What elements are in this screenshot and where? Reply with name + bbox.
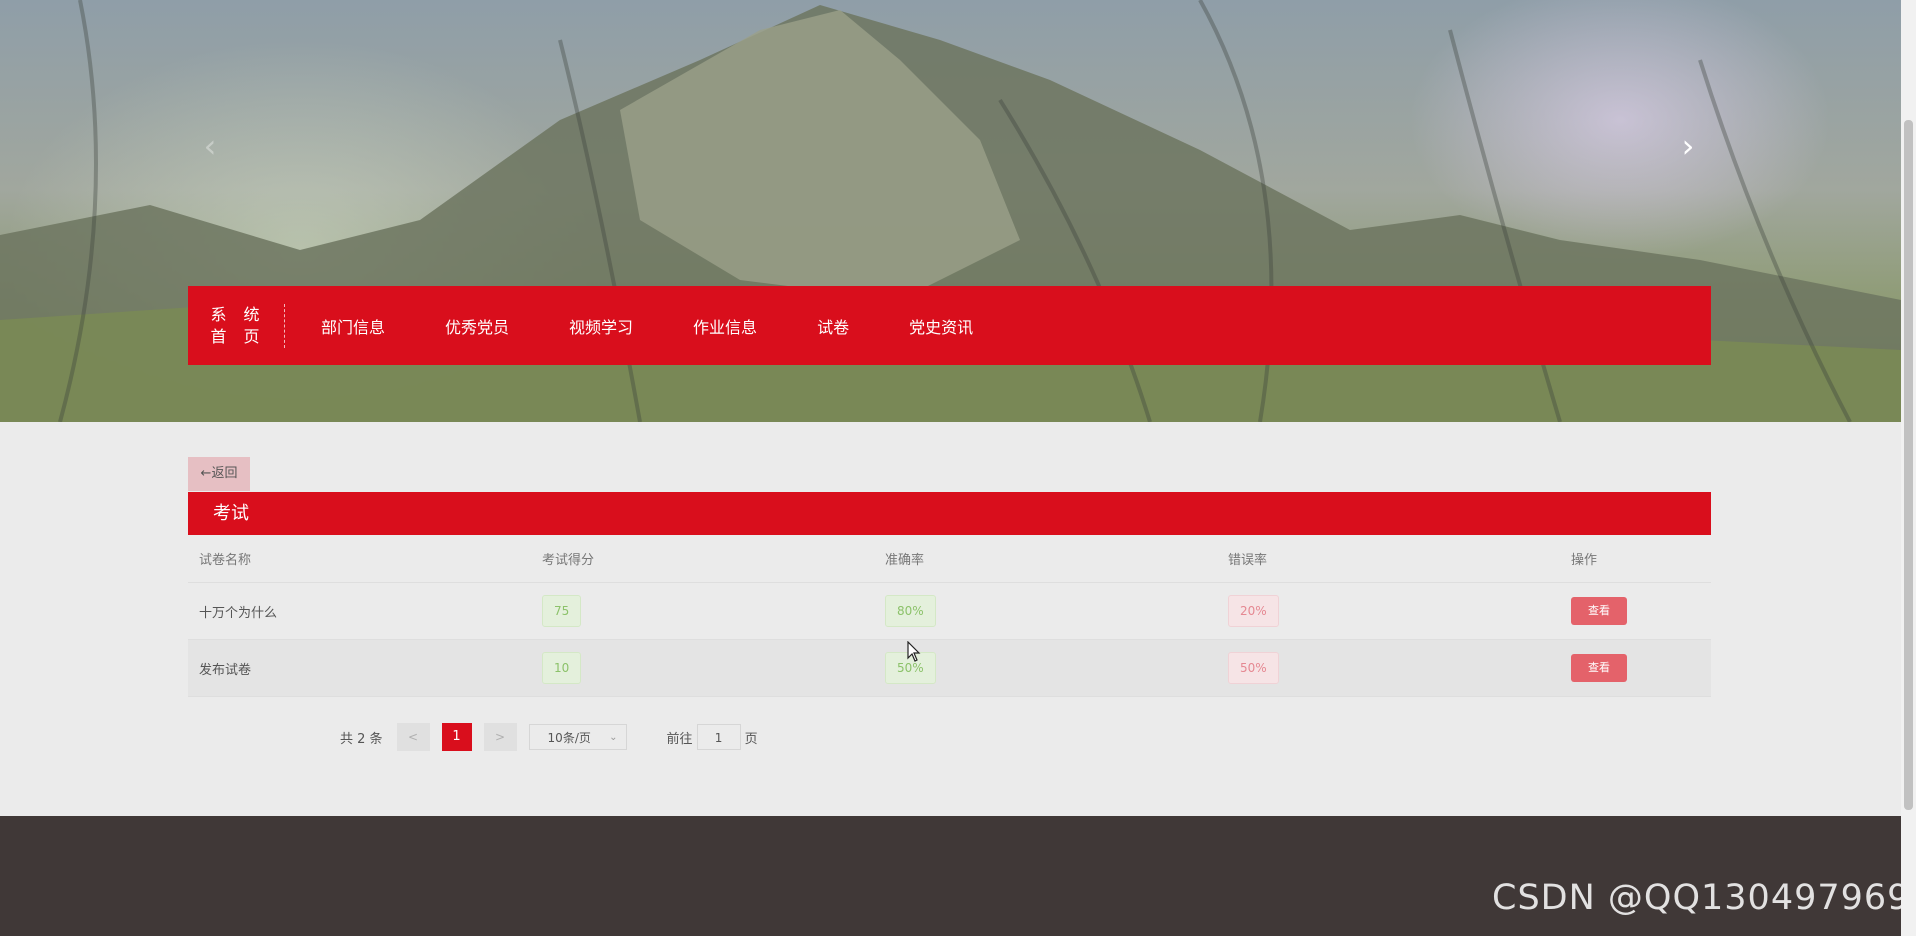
header-accuracy: 准确率 <box>885 553 925 568</box>
chevron-right-icon: › <box>1681 127 1695 165</box>
chevron-down-icon: ⌄ <box>609 732 618 743</box>
table-row: 发布试卷 10 50% 50% 查看 <box>188 640 1711 697</box>
exam-table: 试卷名称 考试得分 准确率 错误率 操作 十万个为什么 75 80% 20% 查… <box>188 535 1711 697</box>
nav-home-line1: 系 统 <box>210 304 266 324</box>
table-header: 试卷名称 考试得分 准确率 错误率 操作 <box>188 535 1711 583</box>
mouse-pointer-icon <box>907 641 921 662</box>
cell-paper-name: 发布试卷 <box>199 662 252 678</box>
nav-item-departments[interactable]: 部门信息 <box>321 314 385 338</box>
section-header: 考试 <box>188 492 1711 535</box>
pagination-page-1[interactable]: 1 <box>441 723 472 751</box>
nav-home-link[interactable]: 系 统 首 页 <box>188 303 285 348</box>
scrollbar-thumb[interactable] <box>1904 120 1913 810</box>
csdn-watermark: CSDN @QQ1304979694 <box>1492 878 1916 918</box>
accuracy-tag: 80% <box>885 595 936 627</box>
error-rate-tag: 50% <box>1228 652 1279 684</box>
view-button[interactable]: 查看 <box>1571 597 1627 625</box>
nav-item-members[interactable]: 优秀党员 <box>445 314 509 338</box>
cell-paper-name: 十万个为什么 <box>199 605 278 621</box>
nav-home-line2: 首 页 <box>210 326 266 346</box>
vertical-scrollbar[interactable] <box>1901 0 1916 936</box>
page-footer <box>0 816 1901 936</box>
pagination-prev-button[interactable]: < <box>396 723 430 751</box>
nav-item-history-news[interactable]: 党史资讯 <box>909 314 973 338</box>
goto-label: 前往 <box>666 731 693 747</box>
carousel-prev-button[interactable]: ‹ <box>192 128 228 164</box>
nav-item-homework[interactable]: 作业信息 <box>693 314 757 338</box>
pagination: 共 2 条 < 1 > 10条/页 ⌄ 前往 1 页 <box>340 723 758 751</box>
page-size-select[interactable]: 10条/页 ⌄ <box>528 724 627 750</box>
score-tag: 10 <box>542 652 582 684</box>
page-suffix: 页 <box>744 731 758 747</box>
header-action: 操作 <box>1571 553 1598 568</box>
goto-page-input[interactable]: 1 <box>696 724 741 750</box>
view-button[interactable]: 查看 <box>1571 654 1627 682</box>
nav-item-videos[interactable]: 视频学习 <box>569 314 633 338</box>
score-tag: 75 <box>542 595 582 627</box>
error-rate-tag: 20% <box>1228 595 1279 627</box>
table-row: 十万个为什么 75 80% 20% 查看 <box>188 583 1711 640</box>
pagination-next-button[interactable]: > <box>483 723 517 751</box>
page-size-value: 10条/页 <box>547 731 591 745</box>
header-error-rate: 错误率 <box>1228 553 1268 568</box>
header-paper-name: 试卷名称 <box>199 553 252 568</box>
main-nav: 系 统 首 页 部门信息 优秀党员 视频学习 作业信息 试卷 党史资讯 <box>188 286 1711 365</box>
carousel-next-button[interactable]: › <box>1670 128 1706 164</box>
back-button[interactable]: ←返回 <box>188 457 250 491</box>
section-title: 考试 <box>213 503 249 524</box>
chevron-left-icon: ‹ <box>203 127 217 165</box>
nav-item-papers[interactable]: 试卷 <box>817 314 849 338</box>
pagination-total: 共 2 条 <box>340 731 383 747</box>
header-score: 考试得分 <box>542 553 595 568</box>
